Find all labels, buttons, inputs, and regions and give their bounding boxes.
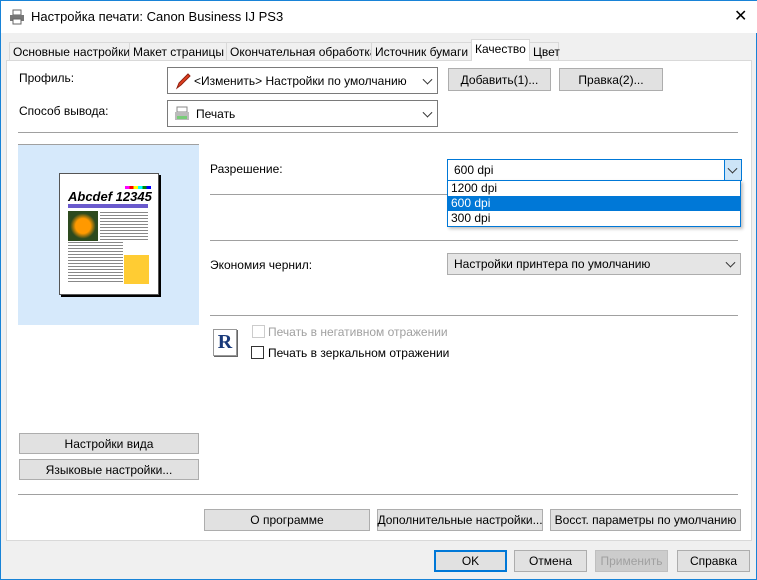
chevron-down-icon bbox=[422, 107, 433, 118]
resolution-label: Разрешение: bbox=[210, 162, 283, 176]
resolution-dropdown-list: 1200 dpi 600 dpi 300 dpi bbox=[447, 180, 741, 227]
ok-button[interactable]: OK bbox=[434, 550, 507, 572]
ink-value: Настройки принтера по умолчанию bbox=[454, 257, 651, 271]
option-600-dpi[interactable]: 600 dpi bbox=[448, 196, 740, 211]
chevron-down-icon bbox=[725, 257, 736, 268]
ink-select[interactable]: Настройки принтера по умолчанию bbox=[447, 253, 741, 275]
tab-finishing[interactable]: Окончательная обработка bbox=[226, 42, 377, 61]
resolution-select[interactable]: 600 dpi bbox=[447, 159, 742, 181]
title-bar: Настройка печати: Canon Business IJ PS3 … bbox=[1, 1, 757, 33]
add-profile-button[interactable]: Добавить(1)... bbox=[448, 68, 551, 91]
ink-label: Экономия чернил: bbox=[210, 258, 313, 272]
output-value: Печать bbox=[196, 106, 236, 121]
negative-label: Печать в негативном отражении bbox=[268, 325, 448, 339]
dropdown-button[interactable] bbox=[724, 160, 741, 180]
output-select[interactable]: Печать bbox=[167, 100, 438, 127]
about-button[interactable]: О программе bbox=[204, 509, 370, 531]
window-title: Настройка печати: Canon Business IJ PS3 bbox=[31, 9, 284, 24]
mirror-preview-icon: R bbox=[213, 329, 237, 356]
print-preview: Abcdef 12345 bbox=[18, 144, 199, 325]
tab-paper-source[interactable]: Источник бумаги bbox=[371, 42, 472, 61]
preview-page: Abcdef 12345 bbox=[59, 173, 159, 295]
tab-color[interactable]: Цвет bbox=[529, 42, 560, 61]
tab-quality[interactable]: Качество bbox=[471, 39, 530, 61]
option-1200-dpi[interactable]: 1200 dpi bbox=[448, 181, 740, 196]
tab-layout[interactable]: Макет страницы bbox=[129, 42, 227, 61]
edit-profile-button[interactable]: Правка(2)... bbox=[559, 68, 663, 91]
profile-value: <Изменить> Настройки по умолчанию bbox=[194, 73, 407, 88]
language-settings-button[interactable]: Языковые настройки... bbox=[19, 459, 199, 480]
restore-defaults-button[interactable]: Восст. параметры по умолчанию bbox=[550, 509, 741, 531]
printer-icon bbox=[10, 9, 24, 25]
printer-icon bbox=[175, 106, 189, 120]
help-button[interactable]: Справка bbox=[677, 550, 750, 572]
negative-checkbox[interactable] bbox=[252, 325, 265, 338]
mirror-checkbox[interactable] bbox=[251, 346, 264, 359]
flower-image bbox=[68, 211, 98, 241]
preview-heading: Abcdef 12345 bbox=[68, 189, 152, 204]
cancel-button[interactable]: Отмена bbox=[514, 550, 587, 572]
profile-label: Профиль: bbox=[19, 71, 75, 85]
mirror-label: Печать в зеркальном отражении bbox=[268, 346, 450, 360]
profile-select[interactable]: <Изменить> Настройки по умолчанию bbox=[167, 67, 438, 94]
output-label: Способ вывода: bbox=[19, 104, 109, 118]
shapes-image bbox=[124, 255, 149, 284]
close-icon[interactable]: ✕ bbox=[734, 6, 747, 26]
pencil-icon bbox=[175, 72, 191, 89]
option-300-dpi[interactable]: 300 dpi bbox=[448, 211, 740, 226]
advanced-settings-button[interactable]: Дополнительные настройки... bbox=[377, 509, 543, 531]
apply-button[interactable]: Применить bbox=[595, 550, 668, 572]
view-settings-button[interactable]: Настройки вида bbox=[19, 433, 199, 454]
resolution-value: 600 dpi bbox=[454, 163, 494, 177]
chevron-down-icon bbox=[422, 74, 433, 85]
tab-basic[interactable]: Основные настройки bbox=[9, 42, 130, 61]
